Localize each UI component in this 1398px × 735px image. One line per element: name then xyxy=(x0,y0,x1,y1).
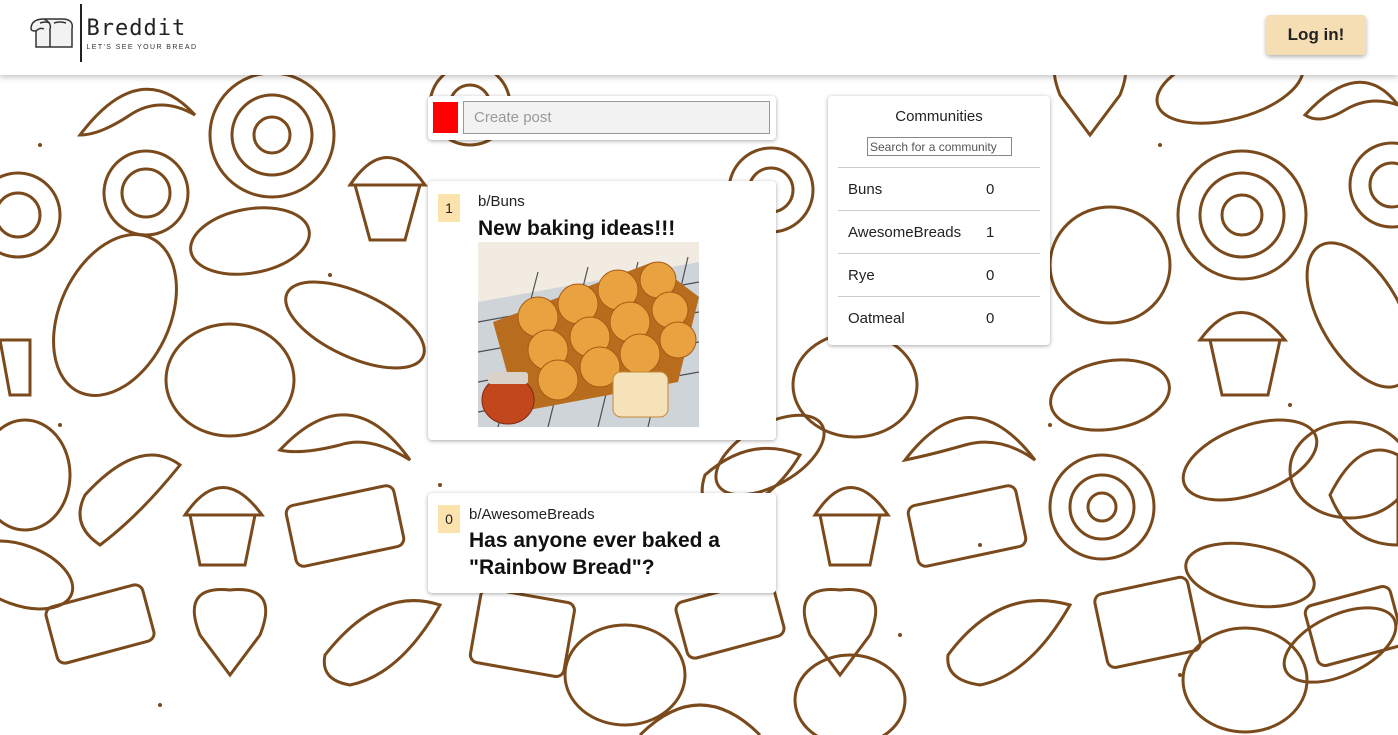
logo-divider xyxy=(80,4,82,62)
community-search-input[interactable] xyxy=(867,137,1012,156)
post-image-buns[interactable] xyxy=(478,242,699,427)
community-count: 0 xyxy=(986,266,995,284)
login-button[interactable]: Log in! xyxy=(1266,15,1366,55)
vote-count[interactable]: 1 xyxy=(438,194,460,222)
community-name: Rye xyxy=(848,266,875,284)
community-item-oatmeal[interactable]: Oatmeal 0 xyxy=(838,296,1040,339)
post-card[interactable]: 0 b/AwesomeBreads Has anyone ever baked … xyxy=(428,493,776,593)
post-subreddit[interactable]: b/Buns xyxy=(478,193,525,210)
community-name: Oatmeal xyxy=(848,309,905,327)
community-item-rye[interactable]: Rye 0 xyxy=(838,253,1040,296)
community-count: 0 xyxy=(986,309,995,327)
community-item-buns[interactable]: Buns 0 xyxy=(838,167,1040,210)
create-post-input[interactable] xyxy=(463,101,770,134)
app-tagline: LET'S SEE YOUR BREAD xyxy=(86,43,198,51)
app-name: Breddit xyxy=(86,15,187,41)
create-post-card xyxy=(428,96,776,140)
vote-count[interactable]: 0 xyxy=(438,505,460,533)
community-name: Buns xyxy=(848,180,883,198)
post-card[interactable]: 1 b/Buns New baking ideas!!! xyxy=(428,181,776,440)
top-header: Breddit LET'S SEE YOUR BREAD Log in! xyxy=(0,0,1398,75)
community-list: Buns 0 AwesomeBreads 1 Rye 0 Oatmeal 0 xyxy=(838,167,1040,339)
communities-panel: Communities Buns 0 AwesomeBreads 1 Rye 0… xyxy=(828,96,1050,345)
app-logo[interactable]: Breddit LET'S SEE YOUR BREAD xyxy=(26,4,197,62)
community-count: 0 xyxy=(986,180,995,198)
bread-loaf-icon xyxy=(30,18,74,48)
user-avatar[interactable] xyxy=(433,102,458,133)
post-subreddit[interactable]: b/AwesomeBreads xyxy=(469,506,595,523)
community-count: 1 xyxy=(986,223,995,241)
community-name: AwesomeBreads xyxy=(848,223,962,241)
post-title[interactable]: New baking ideas!!! xyxy=(478,215,768,242)
communities-title: Communities xyxy=(895,108,983,125)
post-title[interactable]: Has anyone ever baked a "Rainbow Bread"? xyxy=(469,527,759,581)
community-item-awesomebreads[interactable]: AwesomeBreads 1 xyxy=(838,210,1040,253)
